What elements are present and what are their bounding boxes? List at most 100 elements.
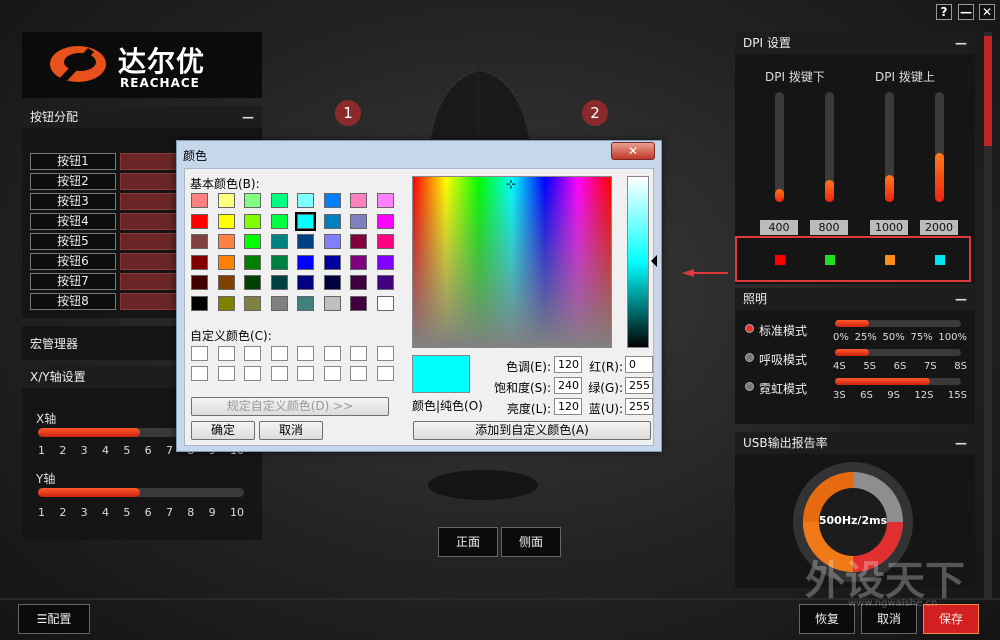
basic-color-swatch[interactable]: [217, 213, 235, 229]
basic-color-swatch[interactable]: [217, 275, 235, 290]
basic-color-swatch[interactable]: [297, 234, 314, 249]
add-custom-color-button[interactable]: 添加到自定义颜色(A): [413, 421, 651, 440]
lighting-level-slider[interactable]: [835, 320, 961, 327]
define-custom-button[interactable]: 规定自定义颜色(D) >>: [191, 397, 389, 416]
dpi-level-slider[interactable]: [775, 92, 784, 202]
custom-color-swatch[interactable]: [376, 346, 394, 361]
hue-field[interactable]: 120: [554, 356, 582, 373]
custom-color-swatch[interactable]: [297, 346, 314, 361]
custom-color-swatch[interactable]: [191, 366, 208, 381]
basic-color-swatch[interactable]: [297, 254, 314, 270]
custom-color-swatch[interactable]: [297, 366, 314, 381]
ok-button[interactable]: 确定: [191, 421, 255, 440]
basic-color-swatch[interactable]: [244, 234, 261, 249]
custom-color-swatch[interactable]: [270, 366, 288, 381]
dpi-level-slider[interactable]: [825, 92, 834, 202]
marker-2[interactable]: 2: [582, 100, 608, 126]
color-spectrum[interactable]: ⊹: [412, 176, 612, 348]
basic-color-swatch[interactable]: [244, 213, 261, 229]
basic-color-swatch[interactable]: [217, 234, 235, 249]
basic-color-swatch[interactable]: [191, 234, 208, 249]
custom-color-swatch[interactable]: [217, 366, 235, 381]
basic-color-swatch[interactable]: [244, 295, 261, 311]
custom-color-swatch[interactable]: [350, 366, 367, 381]
dpi-color-swatch[interactable]: [825, 255, 835, 265]
y-axis-slider[interactable]: [38, 488, 244, 497]
dpi-value[interactable]: 2000: [920, 220, 958, 235]
dpi-color-swatch[interactable]: [935, 255, 945, 265]
basic-color-swatch[interactable]: [244, 193, 261, 208]
basic-color-swatch[interactable]: [217, 193, 235, 208]
scrollbar-thumb[interactable]: [984, 36, 992, 146]
basic-color-swatch[interactable]: [323, 254, 341, 270]
basic-color-swatch[interactable]: [270, 275, 288, 290]
basic-color-swatch[interactable]: [217, 295, 235, 311]
basic-color-swatch[interactable]: [323, 193, 341, 208]
scrollbar[interactable]: [984, 32, 992, 600]
restore-button[interactable]: 恢复: [799, 604, 855, 634]
side-view-button[interactable]: 侧面: [501, 527, 561, 557]
lighting-mode-radio[interactable]: [745, 353, 754, 362]
basic-color-swatch[interactable]: [376, 234, 394, 249]
lighting-level-slider[interactable]: [835, 349, 961, 356]
basic-color-swatch[interactable]: [323, 213, 341, 229]
basic-color-swatch[interactable]: [297, 275, 314, 290]
green-field[interactable]: 255: [625, 377, 653, 394]
config-button[interactable]: ☰配置: [18, 604, 90, 634]
basic-color-swatch[interactable]: [376, 295, 394, 311]
minimize-button[interactable]: —: [958, 4, 974, 20]
blue-field[interactable]: 255: [625, 398, 653, 415]
collapse-button[interactable]: —: [955, 432, 967, 454]
custom-color-swatch[interactable]: [376, 366, 394, 381]
marker-1[interactable]: 1: [335, 100, 361, 126]
custom-color-swatch[interactable]: [323, 366, 341, 381]
basic-color-swatch[interactable]: [270, 193, 288, 208]
basic-color-swatch[interactable]: [323, 275, 341, 290]
luminance-bar[interactable]: [627, 176, 649, 348]
basic-color-swatch[interactable]: [270, 295, 288, 311]
custom-color-swatch[interactable]: [244, 346, 261, 361]
basic-color-swatch[interactable]: [217, 254, 235, 270]
basic-color-swatch[interactable]: [323, 234, 341, 249]
lighting-level-slider[interactable]: [835, 378, 961, 385]
custom-color-swatch[interactable]: [270, 346, 288, 361]
custom-color-swatch[interactable]: [191, 346, 208, 361]
front-view-button[interactable]: 正面: [438, 527, 498, 557]
help-button[interactable]: ?: [936, 4, 952, 20]
collapse-button[interactable]: —: [955, 288, 967, 310]
basic-color-swatch[interactable]: [191, 213, 208, 229]
custom-color-swatch[interactable]: [217, 346, 235, 361]
lum-field[interactable]: 120: [554, 398, 582, 415]
red-field[interactable]: 0: [625, 356, 653, 373]
basic-color-swatch[interactable]: [350, 193, 367, 208]
lighting-mode-radio[interactable]: [745, 324, 754, 333]
custom-color-swatch[interactable]: [350, 346, 367, 361]
basic-color-swatch[interactable]: [376, 275, 394, 290]
lighting-mode-radio[interactable]: [745, 382, 754, 391]
dpi-level-slider[interactable]: [935, 92, 944, 202]
basic-color-swatch[interactable]: [376, 193, 394, 208]
close-button[interactable]: ✕: [979, 4, 995, 20]
basic-color-swatch[interactable]: [376, 254, 394, 270]
sat-field[interactable]: 240: [554, 377, 582, 394]
collapse-button[interactable]: —: [955, 32, 967, 54]
basic-color-swatch[interactable]: [244, 254, 261, 270]
basic-color-swatch[interactable]: [270, 254, 288, 270]
luminance-pointer-icon[interactable]: [651, 255, 657, 267]
dpi-value[interactable]: 1000: [870, 220, 908, 235]
basic-color-swatch[interactable]: [191, 295, 208, 311]
basic-color-swatch[interactable]: [376, 213, 394, 229]
basic-color-swatch[interactable]: [350, 234, 367, 249]
basic-color-swatch[interactable]: [191, 193, 208, 208]
dialog-close-button[interactable]: ✕: [611, 142, 655, 160]
dialog-cancel-button[interactable]: 取消: [259, 421, 323, 440]
custom-color-swatch[interactable]: [244, 366, 261, 381]
basic-color-swatch[interactable]: [270, 213, 288, 229]
basic-color-swatch[interactable]: [191, 275, 208, 290]
basic-color-swatch[interactable]: [350, 275, 367, 290]
basic-color-swatch[interactable]: [297, 295, 314, 311]
basic-color-swatch[interactable]: [350, 295, 367, 311]
dpi-level-slider[interactable]: [885, 92, 894, 202]
basic-color-swatch[interactable]: [191, 254, 208, 270]
basic-color-swatch[interactable]: [350, 213, 367, 229]
